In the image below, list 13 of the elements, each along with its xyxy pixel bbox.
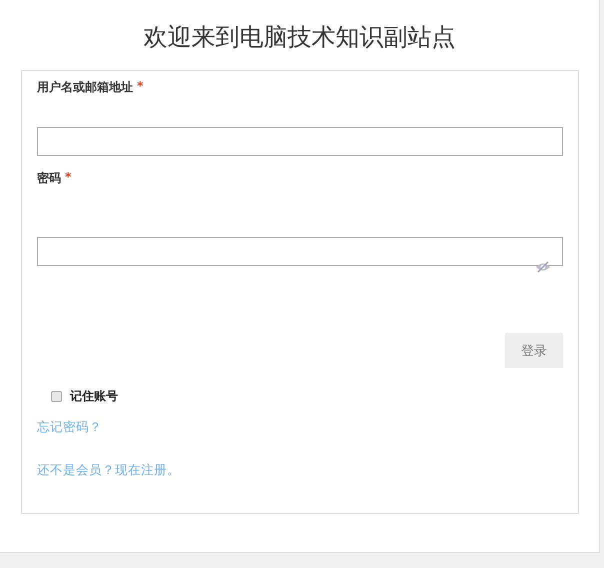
page-title: 欢迎来到电脑技术知识副站点 — [142, 22, 456, 53]
field-label: 用户名或邮箱地址 — [37, 79, 133, 96]
hidden-eye-icon[interactable] — [535, 261, 551, 273]
required-mark: * — [65, 170, 72, 186]
login-button[interactable]: 登录 — [505, 333, 563, 368]
username-field[interactable] — [37, 127, 563, 156]
forgot-password-link[interactable]: 忘记密码？ — [37, 419, 563, 436]
required-mark: * — [137, 79, 144, 95]
remember-checkbox[interactable] — [51, 391, 62, 402]
field-label: 密码 — [37, 170, 61, 187]
register-link[interactable]: 还不是会员？现在注册。 — [37, 462, 563, 479]
remember-label: 记住账号 — [70, 388, 118, 405]
password-field[interactable] — [37, 237, 563, 266]
